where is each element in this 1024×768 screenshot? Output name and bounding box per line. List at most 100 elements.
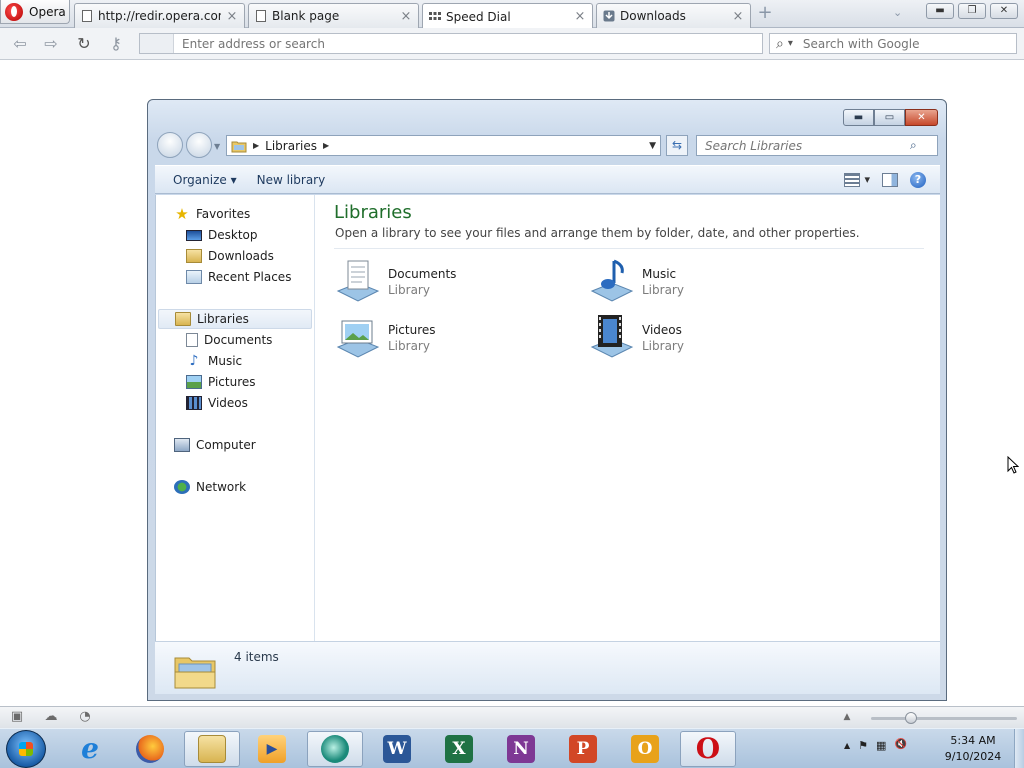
taskbar-firefox[interactable] — [122, 731, 178, 767]
tab-redir[interactable]: http://redir.opera.com... × — [74, 3, 245, 28]
start-button[interactable] — [6, 730, 46, 768]
library-pictures[interactable]: Pictures Library — [334, 313, 574, 363]
taskbar-powerpoint[interactable]: P — [555, 731, 611, 767]
opera-unite-cloud-icon[interactable]: ☁ — [43, 710, 59, 724]
zoom-slider-track[interactable] — [871, 717, 1017, 720]
explorer-search-field[interactable]: ⌕ — [696, 135, 938, 156]
browser-minimize-button[interactable]: ▬ — [926, 3, 954, 19]
key-icon[interactable]: ⚷ — [105, 34, 127, 54]
nav-desktop[interactable]: Desktop — [186, 225, 258, 245]
library-documents[interactable]: Documents Library — [334, 257, 574, 307]
explorer-address-bar[interactable]: ▶ Libraries ▶ ▼ — [226, 135, 661, 156]
navigation-pane: ★ Favorites Desktop Downloads Recent Pla… — [156, 195, 315, 641]
taskbar-internet-explorer[interactable]: e — [62, 731, 118, 767]
breadcrumb-separator-icon[interactable]: ▶ — [253, 141, 259, 150]
panel-toggle-icon[interactable]: ▣ — [9, 710, 25, 724]
breadcrumb-separator-icon[interactable]: ▶ — [323, 141, 329, 150]
volume-muted-icon[interactable]: 🔇 — [894, 739, 906, 753]
library-type: Library — [388, 283, 430, 297]
search-icon[interactable]: ⌕ — [910, 138, 917, 153]
explorer-close-button[interactable]: ✕ — [905, 109, 938, 126]
taskbar-word[interactable]: W — [369, 731, 425, 767]
taskbar-windows-explorer[interactable] — [184, 731, 240, 767]
documents-library-icon — [336, 260, 380, 302]
page-icon — [82, 10, 92, 22]
tab-close-icon[interactable]: × — [574, 9, 586, 24]
help-icon[interactable]: ? — [910, 171, 926, 188]
new-library-button[interactable]: New library — [247, 173, 336, 187]
explorer-back-button[interactable] — [157, 132, 183, 158]
nav-videos[interactable]: Videos — [186, 393, 248, 413]
library-videos[interactable]: Videos Library — [588, 313, 828, 363]
nav-recent-places[interactable]: Recent Places — [186, 267, 291, 287]
view-options-chevron-icon[interactable]: ▾ — [864, 173, 870, 186]
nav-documents[interactable]: Documents — [186, 330, 272, 350]
preview-pane-icon[interactable] — [882, 172, 898, 187]
recent-pages-chevron-icon[interactable]: ▼ — [214, 142, 220, 151]
taskbar-outlook[interactable]: O — [617, 731, 673, 767]
music-note-icon: ♪ — [189, 353, 199, 369]
tab-close-icon[interactable]: × — [400, 9, 412, 24]
address-dropdown-icon[interactable]: ▼ — [649, 141, 656, 151]
search-engine-dropdown-icon[interactable]: ▾ — [788, 38, 793, 49]
tab-downloads[interactable]: Downloads × — [596, 3, 751, 28]
breadcrumb-libraries[interactable]: Libraries — [265, 139, 317, 153]
taskbar-opera[interactable]: O — [680, 731, 736, 767]
opera-menu-button[interactable]: Opera — [0, 0, 70, 24]
tab-close-icon[interactable]: × — [732, 9, 744, 24]
nav-favorites[interactable]: ★ Favorites — [174, 204, 250, 224]
back-arrow-icon[interactable]: ⇦ — [9, 34, 31, 54]
opera-icon: O — [695, 732, 721, 765]
taskbar-media-center[interactable] — [307, 731, 363, 767]
browser-close-button[interactable]: ✕ — [990, 3, 1018, 19]
taskbar-onenote[interactable]: N — [493, 731, 549, 767]
nav-label: Computer — [196, 438, 256, 452]
taskbar-excel[interactable]: X — [431, 731, 487, 767]
web-search-field[interactable]: ⌕ ▾ — [769, 33, 1017, 54]
nav-music[interactable]: ♪ Music — [186, 351, 243, 371]
nav-label: Libraries — [197, 312, 249, 326]
explorer-minimize-button[interactable]: ▬ — [843, 109, 874, 126]
library-type: Library — [642, 339, 684, 353]
nav-libraries[interactable]: Libraries — [158, 309, 312, 329]
zoom-slider-handle[interactable] — [905, 712, 917, 724]
desktop-icon — [186, 229, 202, 241]
taskbar-media-player[interactable]: ▶ — [244, 731, 300, 767]
forward-arrow-icon[interactable]: ⇨ — [40, 34, 62, 54]
web-search-input[interactable] — [802, 36, 1003, 51]
opera-turbo-icon[interactable]: ◔ — [77, 710, 93, 724]
change-view-icon[interactable] — [844, 172, 861, 187]
show-desktop-button[interactable] — [1014, 729, 1024, 768]
refresh-icon[interactable]: ⇆ — [666, 135, 688, 156]
libraries-explorer-window: ▬ ▭ ✕ ▼ ▶ Libraries ▶ ▼ ⇆ ⌕ Organize ▾ N… — [147, 99, 947, 701]
reload-icon[interactable]: ↻ — [73, 34, 95, 54]
address-field[interactable] — [139, 33, 763, 54]
browser-restore-button[interactable]: ❐ — [958, 3, 986, 19]
network-status-icon[interactable]: ▦ — [876, 739, 886, 753]
tab-blank-page[interactable]: Blank page × — [248, 3, 419, 28]
address-input[interactable] — [182, 36, 752, 51]
tab-speed-dial[interactable]: Speed Dial × — [422, 3, 593, 29]
explorer-search-input[interactable] — [705, 138, 910, 153]
library-music[interactable]: Music Library — [588, 257, 828, 307]
opera-logo-icon — [5, 2, 23, 21]
page-icon — [256, 10, 266, 22]
tab-menu-chevron-icon[interactable]: ⌄ — [893, 6, 902, 19]
system-clock[interactable]: 5:34 AM 9/10/2024 — [930, 733, 1016, 765]
library-type: Library — [388, 339, 430, 353]
page-subtitle: Open a library to see your files and arr… — [335, 226, 860, 240]
onenote-icon: N — [507, 735, 535, 763]
nav-downloads[interactable]: Downloads — [186, 246, 274, 266]
new-tab-icon[interactable]: + — [757, 4, 773, 22]
show-hidden-icons-icon[interactable]: ▲ — [844, 739, 850, 753]
nav-pictures[interactable]: Pictures — [186, 372, 256, 392]
tab-close-icon[interactable]: × — [226, 9, 238, 24]
explorer-forward-button[interactable] — [186, 132, 212, 158]
zoom-menu-icon[interactable]: ▲ — [839, 710, 855, 724]
organize-button[interactable]: Organize ▾ — [163, 173, 247, 187]
nav-network[interactable]: Network — [174, 477, 246, 497]
explorer-maximize-button[interactable]: ▭ — [874, 109, 905, 126]
action-center-flag-icon[interactable]: ⚑ — [858, 739, 868, 753]
search-icon[interactable]: ⌕ — [776, 36, 784, 52]
nav-computer[interactable]: Computer — [174, 435, 256, 455]
